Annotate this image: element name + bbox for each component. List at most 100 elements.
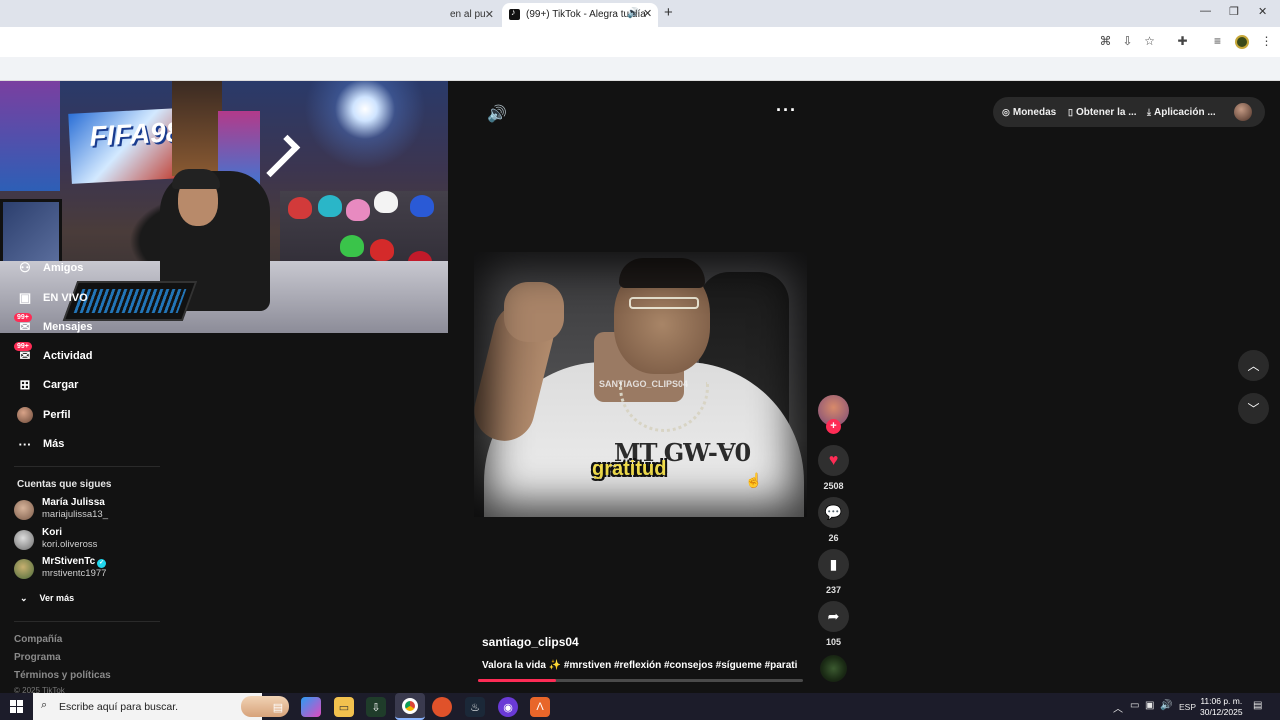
restore-button[interactable]: ❐ [1229, 5, 1239, 18]
bookmark-icon: ▮ [829, 556, 838, 572]
sidebar-item-actividad[interactable]: ✉ 99+ Actividad [14, 342, 93, 367]
browser-tab-strip: en al pu ✕ (99+) TikTok - Alegra tu día … [0, 0, 1280, 27]
install-icon[interactable]: ⇩ [1121, 35, 1134, 48]
see-more-button[interactable]: ⌄ Ver más [20, 592, 86, 604]
browser-toolbar: ⌘ ⇩ ☆ ✚ ≡ ⋮ [0, 27, 1280, 57]
browser-app-icon[interactable] [432, 697, 452, 717]
sidebar-item-label: Más [43, 438, 65, 450]
tiktok-favicon-icon [509, 7, 520, 20]
sidebar-item-amigos[interactable]: ⚇ Amigos [16, 257, 83, 279]
file-explorer-icon[interactable]: ▭ [334, 697, 354, 717]
video-progress-bar[interactable] [478, 679, 803, 682]
share-icon: ➦ [827, 608, 840, 624]
video-author[interactable]: santiago_clips04 [482, 635, 579, 649]
live-icon: ▣ [18, 290, 32, 305]
minimize-button[interactable]: — [1200, 5, 1211, 17]
comment-button[interactable]: 💬 26 [818, 497, 849, 543]
window-close-button[interactable]: ✕ [1258, 5, 1267, 18]
sidebar-item-label: Perfil [43, 409, 71, 421]
terminal-app-icon[interactable]: ⇩ [366, 697, 386, 717]
video-description: Valora la vida ✨ #mrstiven #reflexión #c… [482, 660, 798, 671]
tray-monitor-icon[interactable]: ▭ [1130, 700, 1139, 711]
new-tab-button[interactable]: + [664, 4, 673, 21]
coins-label: Monedas [1012, 107, 1057, 118]
bookmark-star-icon[interactable]: ☆ [1143, 35, 1156, 48]
divider [14, 466, 160, 467]
following-account[interactable]: MrStivenTc ✓ mrstiventc1977 [14, 556, 106, 580]
task-view-icon[interactable]: ▤ [268, 697, 288, 717]
tray-chevron-icon[interactable]: ︿ [1113, 700, 1123, 715]
chevron-up-icon: ︿ [1247, 359, 1260, 373]
following-account[interactable]: María Julissa mariajulissa13_ [14, 497, 108, 521]
sidebar-item-cargar[interactable]: ⊞ Cargar [16, 374, 79, 396]
following-account[interactable]: Kori kori.oliveross [14, 527, 97, 551]
sidebar-item-perfil[interactable]: Perfil [16, 404, 71, 426]
video-progress-fill [478, 679, 556, 682]
tab-tiktok[interactable]: (99+) TikTok - Alegra tu día 🔊 ✕ [502, 3, 658, 27]
previous-video-button[interactable]: ︿ [1238, 350, 1269, 381]
chrome-icon[interactable] [395, 693, 425, 720]
download-app-button[interactable]: ⤓ Aplicación ... [1147, 107, 1216, 118]
windows-start-icon[interactable] [10, 700, 23, 713]
copilot-icon[interactable] [301, 697, 321, 717]
avatar [14, 500, 34, 520]
video-subject-hair [619, 258, 705, 288]
like-button[interactable]: ♥ 2508 [818, 445, 849, 491]
music-disc-icon[interactable] [820, 655, 847, 682]
message-icon: ✉ 99+ [14, 313, 34, 336]
wall-decoration [257, 134, 301, 178]
comment-icon: 💬 [824, 504, 843, 520]
save-button[interactable]: ▮ 237 [818, 549, 849, 595]
sidebar-item-label: Actividad [43, 350, 93, 362]
coins-button[interactable]: ◎ Monedas [1002, 107, 1056, 118]
notification-icon[interactable]: ▤ [1253, 700, 1262, 711]
share-count: 105 [825, 637, 842, 647]
footer-link-program[interactable]: Programa [14, 652, 61, 663]
account-username: mariajulissa13_ [42, 509, 109, 520]
account-name: Kori [42, 527, 62, 538]
volume-icon[interactable]: 🔊 [487, 104, 507, 124]
language-indicator[interactable]: ESP [1179, 702, 1196, 712]
steam-icon[interactable]: ♨ [465, 697, 485, 717]
sidebar-item-mas[interactable]: ··· Más [16, 433, 65, 455]
get-app-label: Obtener la ... [1075, 107, 1137, 118]
more-options-icon[interactable]: ··· [776, 100, 797, 121]
clock-time: 11:06 p. m. [1200, 696, 1243, 706]
windows-taskbar: ⌕ Escribe aquí para buscar. ▤ ▭ ⇩ ♨ ◉ Λ … [0, 693, 1280, 720]
app-icon[interactable]: Λ [530, 697, 550, 717]
sidebar-item-label: Mensajes [43, 321, 93, 333]
taskbar-clock[interactable]: 11:06 p. m. 30/12/2025 [1200, 696, 1243, 718]
more-icon: ··· [18, 436, 32, 452]
sidebar-item-en-vivo[interactable]: ▣ EN VIVO [16, 287, 88, 309]
reading-list-icon[interactable]: ≡ [1211, 35, 1224, 48]
user-avatar[interactable] [1234, 103, 1252, 121]
taskbar-search-input[interactable]: ⌕ Escribe aquí para buscar. [33, 693, 289, 720]
get-app-button[interactable]: ▯ Obtener la ... [1068, 107, 1137, 118]
video-subject-hand [504, 282, 564, 342]
sidebar-item-mensajes[interactable]: ✉ 99+ Mensajes [14, 313, 93, 338]
hand-cursor-icon: ☝ [745, 472, 763, 488]
follow-plus-icon[interactable]: + [826, 419, 841, 434]
account-username: mrstiventc1977 [42, 568, 107, 579]
extensions-icon[interactable]: ✚ [1176, 35, 1189, 48]
obs-icon[interactable]: ◉ [498, 697, 518, 717]
network-icon[interactable]: ▣ [1145, 700, 1154, 711]
share-button[interactable]: ➦ 105 [818, 601, 849, 647]
volume-tray-icon[interactable]: 🔊 [1160, 700, 1172, 711]
account-name: María Julissa [42, 497, 105, 508]
tab-previous[interactable]: en al pu ✕ [448, 4, 500, 27]
speaker-icon[interactable]: 🔊 [627, 8, 639, 19]
activity-icon: ✉ 99+ [14, 342, 34, 365]
footer-link-company[interactable]: Compañía [14, 634, 62, 645]
footer-link-terms[interactable]: Términos y políticas [14, 670, 111, 681]
download-app-label: Aplicación ... [1153, 107, 1216, 118]
menu-kebab-icon[interactable]: ⋮ [1260, 35, 1273, 48]
phone-icon: ▯ [1068, 107, 1073, 117]
sidebar-item-label: Amigos [43, 262, 84, 274]
close-icon[interactable]: ✕ [485, 8, 494, 21]
next-video-button[interactable]: ﹀ [1238, 393, 1269, 424]
close-icon[interactable]: ✕ [643, 7, 652, 20]
translate-icon[interactable]: ⌘ [1099, 35, 1112, 48]
wall-poster [0, 81, 60, 191]
profile-avatar[interactable] [1235, 35, 1249, 49]
